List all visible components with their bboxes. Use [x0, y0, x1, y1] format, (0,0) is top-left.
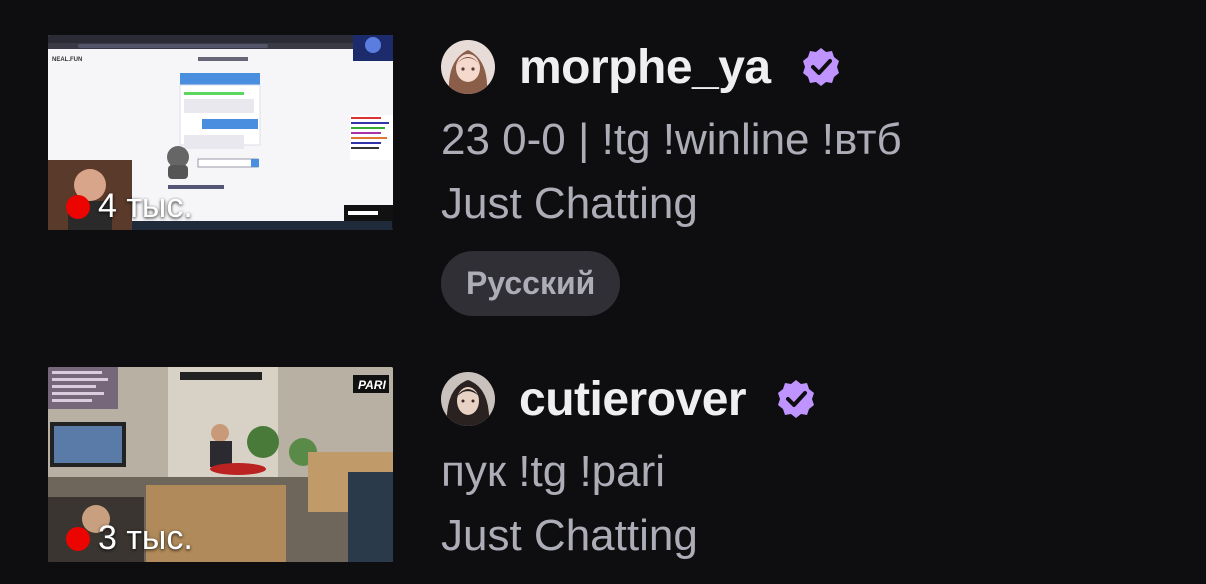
avatar[interactable] [441, 372, 495, 426]
channel-name[interactable]: cutierover [519, 372, 747, 427]
stream-info: morphe_ya 23 0-0 | !tg !winline !втб Jus… [441, 39, 902, 316]
live-indicator-icon [66, 526, 90, 551]
thumbnail-logo-text: PARI [358, 378, 386, 392]
avatar[interactable] [441, 40, 495, 94]
thumbnail-site-label: NEAL.FUN [52, 57, 82, 63]
channel-name[interactable]: morphe_ya [519, 40, 771, 95]
stream-category[interactable]: Just Chatting [441, 511, 816, 561]
viewer-count-badge: 3 тыс. [66, 519, 193, 558]
stream-thumbnail[interactable]: NEAL.FUN 4 тыс. [48, 35, 393, 230]
stream-title[interactable]: 23 0-0 | !tg !winline !втб [441, 115, 902, 165]
verified-badge-icon [776, 379, 816, 419]
channel-header: cutierover [441, 371, 816, 427]
avatar-image [441, 40, 495, 94]
language-tag[interactable]: Русский [441, 251, 621, 316]
viewer-count: 3 тыс. [98, 519, 193, 557]
stream-category[interactable]: Just Chatting [441, 179, 902, 229]
stream-info: cutierover пук !tg !pari Just Chatting [441, 371, 816, 561]
channel-header: morphe_ya [441, 39, 902, 95]
avatar-image [441, 372, 495, 426]
viewer-count-badge: 4 тыс. [66, 187, 193, 226]
viewer-count: 4 тыс. [98, 187, 193, 225]
stream-title[interactable]: пук !tg !pari [441, 447, 816, 497]
stream-thumbnail[interactable]: PARI 3 тыс. [48, 367, 393, 562]
live-indicator-icon [66, 194, 90, 219]
verified-badge-icon [801, 47, 841, 87]
